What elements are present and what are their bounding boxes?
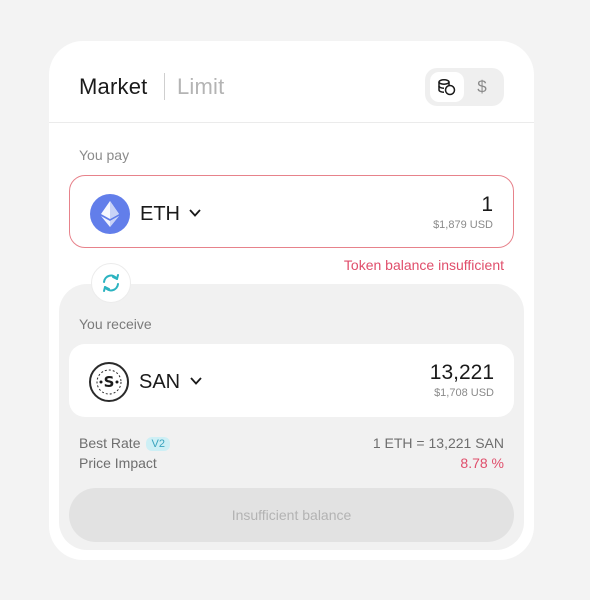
toggle-token-view[interactable] bbox=[430, 72, 464, 102]
receive-token-selector[interactable]: SAN bbox=[139, 371, 180, 394]
pay-amount-usd: $1,879 USD bbox=[433, 219, 493, 231]
pay-input-box[interactable]: ETH 1 $1,879 USD bbox=[69, 175, 514, 248]
pay-token-selector[interactable]: ETH bbox=[140, 203, 180, 226]
coins-icon bbox=[438, 79, 456, 96]
tab-limit[interactable]: Limit bbox=[177, 74, 224, 100]
receive-amount-usd: $1,708 USD bbox=[434, 387, 494, 399]
price-impact-row: Price Impact 8.78 % bbox=[79, 455, 504, 471]
pay-amount-input[interactable]: 1 bbox=[481, 193, 493, 217]
swap-arrows-icon bbox=[103, 274, 119, 292]
svg-text:S: S bbox=[104, 373, 115, 391]
tab-market[interactable]: Market bbox=[79, 74, 147, 100]
ethereum-icon bbox=[90, 194, 130, 234]
receive-amount: 13,221 bbox=[429, 361, 494, 384]
price-impact-label: Price Impact bbox=[79, 455, 157, 471]
swap-direction-button[interactable] bbox=[91, 263, 131, 303]
receive-output-box: S SAN 13,221 $1,708 USD bbox=[69, 344, 514, 417]
chevron-down-icon[interactable] bbox=[188, 206, 202, 220]
insufficient-balance-button[interactable]: Insufficient balance bbox=[69, 488, 514, 542]
display-currency-toggle: $ bbox=[425, 68, 504, 106]
best-rate-row: Best Rate V2 1 ETH = 13,221 SAN bbox=[79, 435, 504, 451]
chevron-down-icon[interactable] bbox=[189, 374, 203, 388]
you-receive-label: You receive bbox=[79, 316, 152, 332]
swap-header: Market Limit $ bbox=[49, 41, 534, 123]
router-version-badge: V2 bbox=[146, 437, 170, 451]
balance-error-message: Token balance insufficient bbox=[343, 257, 504, 273]
tab-divider bbox=[164, 73, 165, 100]
best-rate-label: Best Rate bbox=[79, 435, 141, 451]
toggle-usd-view[interactable]: $ bbox=[465, 72, 499, 102]
san-token-icon: S bbox=[89, 362, 129, 402]
best-rate-value: 1 ETH = 13,221 SAN bbox=[372, 435, 504, 451]
you-pay-label: You pay bbox=[79, 147, 130, 163]
price-impact-value: 8.78 % bbox=[460, 455, 504, 471]
swap-card: Market Limit $ You pay ETH 1 $1,879 USD … bbox=[49, 41, 534, 560]
